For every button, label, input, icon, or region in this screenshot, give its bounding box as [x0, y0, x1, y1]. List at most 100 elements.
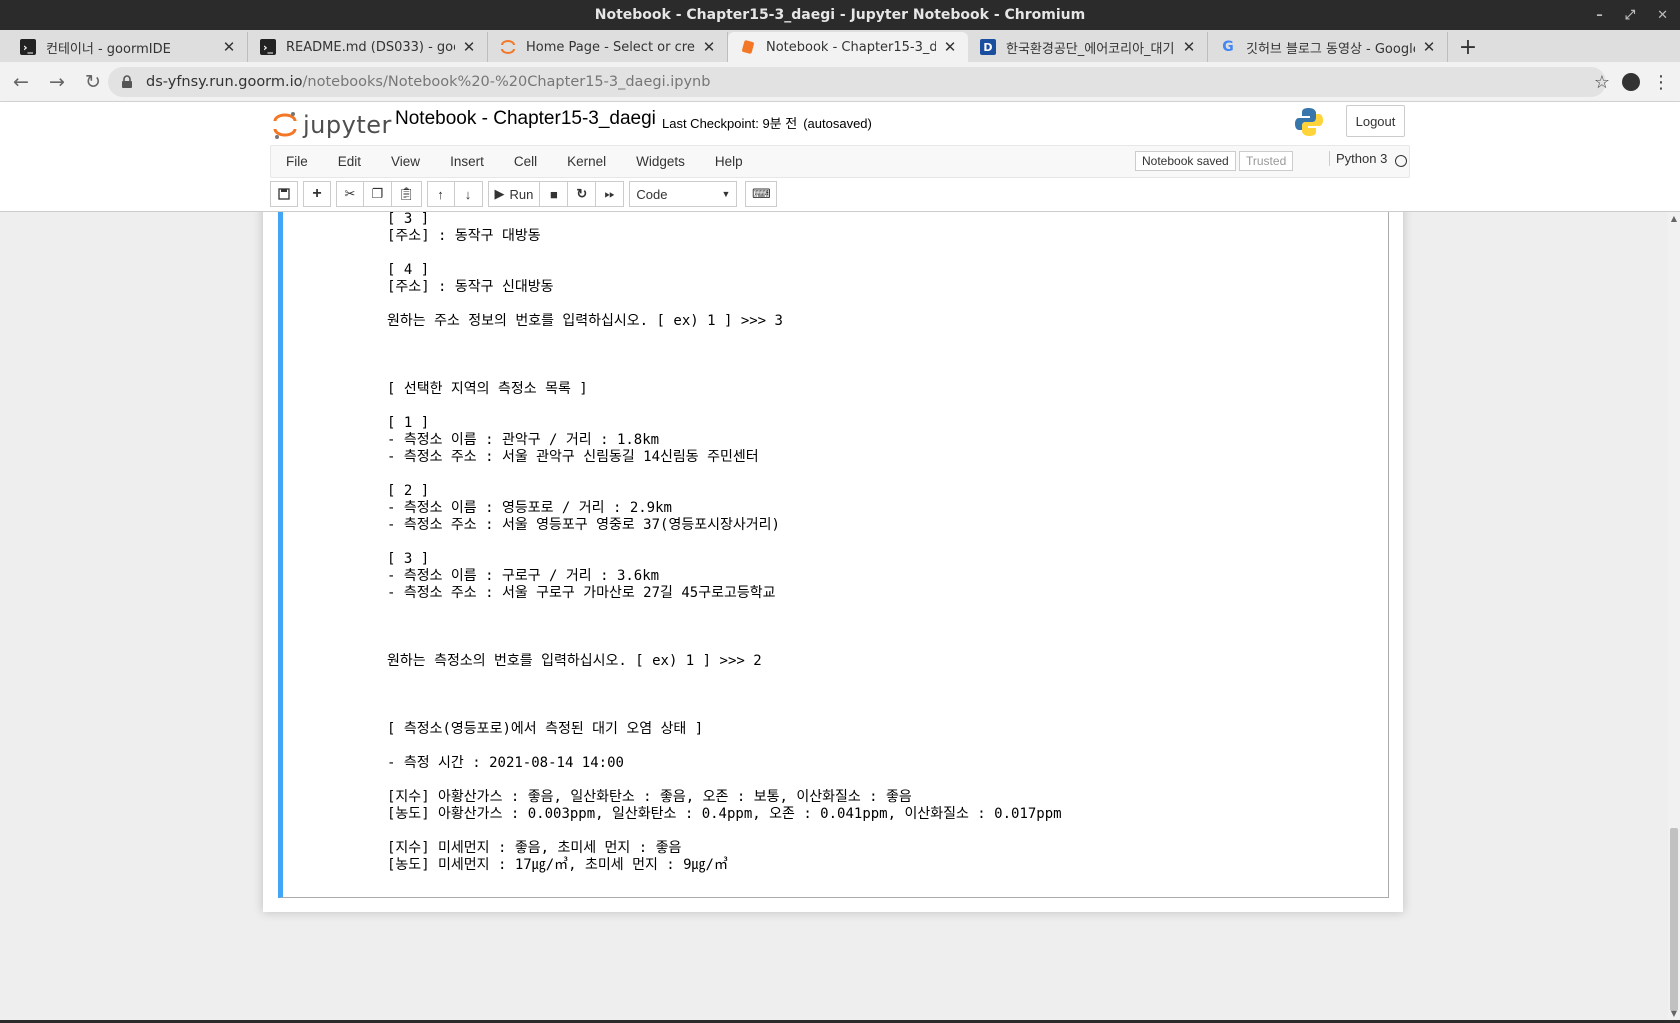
output-line: [주소] : 동작구 신대방동	[387, 279, 554, 295]
close-tab-icon[interactable]: ✕	[461, 38, 477, 56]
stop-icon[interactable]: ■	[540, 181, 569, 207]
menu-cell[interactable]: Cell	[499, 154, 552, 169]
menu-help[interactable]: Help	[700, 154, 758, 169]
output-line: [ 선택한 지역의 측정소 목록 ]	[387, 381, 588, 397]
python-logo-icon	[1295, 108, 1323, 136]
menu-file[interactable]: File	[271, 154, 323, 169]
notebook-saved-indicator: Notebook saved	[1135, 151, 1236, 171]
minimize-icon[interactable]: –	[1596, 8, 1603, 23]
address-bar[interactable]: ds-yfnsy.run.goorm.io/notebooks/Notebook…	[108, 67, 1606, 97]
output-line: - 측정소 주소 : 서울 영등포구 영중로 37(영등포시장사거리)	[387, 517, 780, 533]
window-titlebar: Notebook - Chapter15-3_daegi - Jupyter N…	[0, 0, 1680, 30]
paste-icon[interactable]: 📋︎	[392, 181, 422, 207]
browser-tab[interactable]: Home Page - Select or create a ✕	[488, 32, 728, 62]
menu-view[interactable]: View	[376, 154, 435, 169]
browser-tab[interactable]: G 깃허브 블로그 동영상 - Google 검색 ✕	[1208, 32, 1448, 62]
notebook-icon	[740, 39, 756, 55]
close-tab-icon[interactable]: ✕	[221, 38, 237, 56]
run-label: Run	[509, 186, 534, 202]
output-line: [지수] 아황산가스 : 좋음, 일산화탄소 : 좋음, 오존 : 보통, 이산…	[387, 789, 912, 805]
menu-widgets[interactable]: Widgets	[621, 154, 700, 169]
cell-output: [ 3 ] [주소] : 동작구 대방동 [ 4 ] [주소] : 동작구 신대방동원…	[387, 212, 1377, 874]
profile-icon[interactable]	[1622, 73, 1640, 91]
tab-title: 깃허브 블로그 동영상 - Google 검색	[1246, 41, 1415, 57]
fast-forward-icon[interactable]: ⏩︎	[596, 181, 625, 207]
scroll-down-icon[interactable]: ▼	[1669, 1009, 1679, 1018]
copy-icon[interactable]: ❐	[364, 181, 392, 207]
browser-tab[interactable]: D 한국환경공단_에어코리아_대기오염 ✕	[968, 32, 1208, 62]
logout-button[interactable]: Logout	[1346, 105, 1405, 137]
vertical-scrollbar[interactable]: ▲ ▼	[1668, 212, 1680, 1020]
close-tab-icon[interactable]: ✕	[701, 38, 717, 56]
url-path: /notebooks/Notebook%20-%20Chapter15-3_da…	[302, 74, 711, 90]
terminal-icon: ›_	[20, 39, 36, 55]
close-window-icon[interactable]: ✕	[1657, 8, 1668, 23]
bookmark-star-icon[interactable]: ☆	[1594, 72, 1610, 93]
menu-insert[interactable]: Insert	[435, 154, 499, 169]
close-tab-icon[interactable]: ✕	[1421, 38, 1437, 56]
output-line: - 측정소 주소 : 서울 구로구 가마산로 27길 45구로고등학교	[387, 585, 776, 601]
menu-edit[interactable]: Edit	[323, 154, 376, 169]
save-icon[interactable]	[270, 181, 298, 207]
output-line: - 측정소 이름 : 구로구 / 거리 : 3.6km	[387, 568, 660, 584]
output-line: [ 3 ]	[387, 551, 430, 567]
new-tab-button[interactable]: +	[1454, 32, 1482, 62]
code-cell-selected[interactable]: [ 3 ] [주소] : 동작구 대방동 [ 4 ] [주소] : 동작구 신대방동원…	[278, 212, 1389, 898]
restart-icon[interactable]: ↻	[568, 181, 597, 207]
close-tab-icon[interactable]: ✕	[942, 38, 958, 56]
scroll-up-icon[interactable]: ▲	[1669, 214, 1679, 223]
google-icon: G	[1222, 39, 1234, 55]
notebook-toolbar: + ✂ ❐ 📋︎ ↑ ↓ ▶ Run ■ ↻ ⏩︎ Code ▼ ⌨	[270, 181, 782, 207]
menu-dots-icon[interactable]: ⋮	[1652, 72, 1670, 93]
tab-title: 컨테이너 - goormIDE	[46, 41, 171, 57]
browser-tab[interactable]: ›_ README.md (DS033) - goormIDE ✕	[248, 32, 488, 62]
last-checkpoint: Last Checkpoint: 9분 전	[662, 116, 798, 131]
output-line: [지수] 미세먼지 : 좋음, 초미세 먼지 : 좋음	[387, 840, 682, 856]
maximize-icon[interactable]: ⤢	[1625, 8, 1635, 23]
tab-title: Notebook - Chapter15-3_daegi	[766, 39, 936, 55]
browser-tab[interactable]: ›_ 컨테이너 - goormIDE ✕	[8, 32, 248, 62]
notebook-name[interactable]: Notebook - Chapter15-3_daegi	[395, 108, 656, 130]
run-button[interactable]: ▶ Run	[487, 181, 541, 207]
close-tab-icon[interactable]: ✕	[1181, 38, 1197, 56]
forward-icon[interactable]: →	[42, 67, 72, 97]
back-icon[interactable]: ←	[6, 67, 36, 97]
jupyter-logo-icon	[273, 112, 297, 139]
cut-icon[interactable]: ✂	[336, 181, 364, 207]
menu-kernel[interactable]: Kernel	[552, 154, 621, 169]
keyboard-icon[interactable]: ⌨	[745, 181, 778, 207]
output-line: - 측정소 이름 : 영등포로 / 거리 : 2.9km	[387, 500, 672, 516]
scrollbar-thumb[interactable]	[1670, 828, 1678, 1011]
cell-type-select[interactable]: Code ▼	[629, 181, 738, 207]
notebook-page: [ 3 ] [주소] : 동작구 대방동 [ 4 ] [주소] : 동작구 신대방동원…	[263, 212, 1403, 912]
output-line: [ 측정소(영등포로)에서 측정된 대기 오염 상태 ]	[387, 721, 704, 737]
output-line: 원하는 주소 정보의 번호를 입력하십시오. [ ex) 1 ] >>> 3	[387, 313, 783, 329]
trusted-indicator[interactable]: Trusted	[1239, 151, 1294, 171]
move-up-icon[interactable]: ↑	[426, 181, 455, 207]
jupyter-wordmark: jupyter	[303, 111, 392, 139]
output-line: - 측정소 주소 : 서울 관악구 신림동길 14신림동 주민센터	[387, 449, 759, 465]
terminal-icon: ›_	[260, 39, 276, 55]
notebook-menubar: File Edit View Insert Cell Kernel Widget…	[270, 145, 1410, 178]
reload-icon[interactable]: ↻	[78, 67, 108, 97]
output-line: [주소] : 동작구 대방동	[387, 228, 541, 244]
jupyter-header: jupyter Notebook - Chapter15-3_daegi Las…	[0, 102, 1680, 212]
notebook-container: [ 3 ] [주소] : 동작구 대방동 [ 4 ] [주소] : 동작구 신대방동원…	[0, 212, 1668, 1020]
move-down-icon[interactable]: ↓	[454, 181, 483, 207]
output-line: [ 4 ]	[387, 262, 430, 278]
kernel-idle-icon	[1395, 155, 1407, 167]
browser-tab-active[interactable]: Notebook - Chapter15-3_daegi ✕	[728, 32, 968, 62]
insert-cell-icon[interactable]: +	[303, 181, 331, 207]
chevron-down-icon: ▼	[721, 189, 731, 199]
jupyter-logo[interactable]: jupyter	[273, 107, 392, 143]
